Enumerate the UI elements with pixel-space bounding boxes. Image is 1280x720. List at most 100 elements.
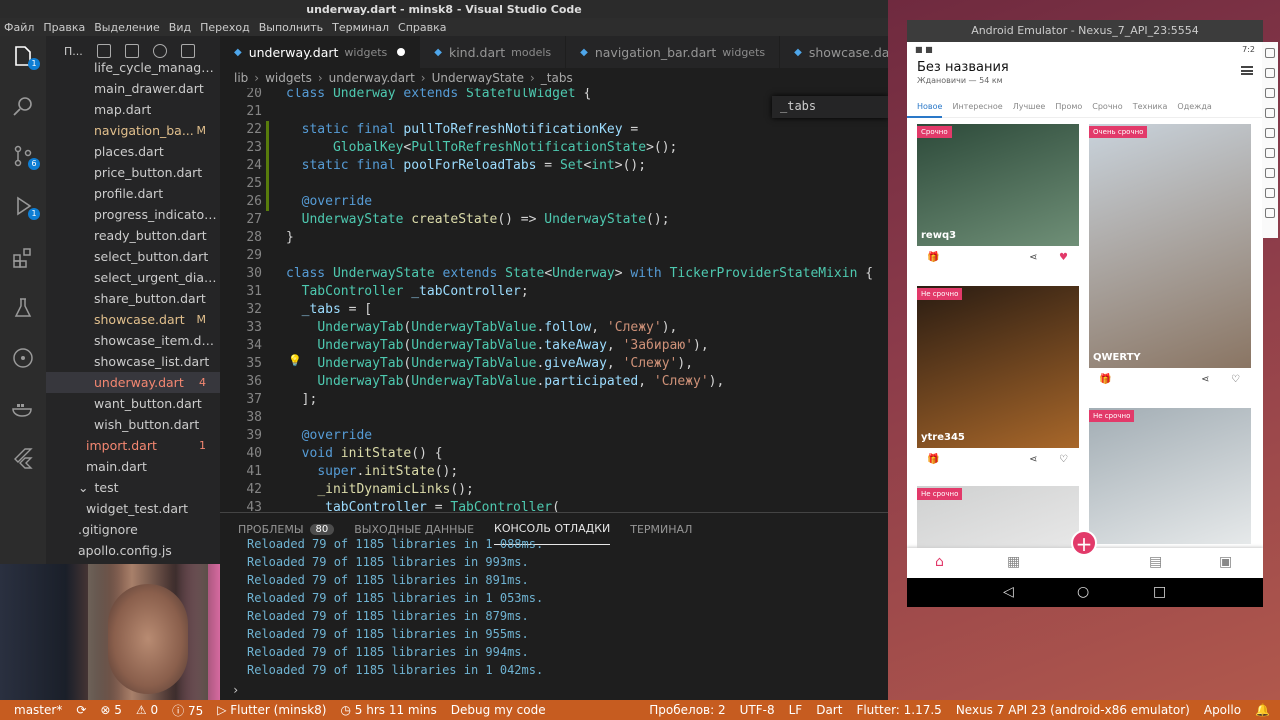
home-nav-icon[interactable]: ○: [1077, 584, 1089, 600]
showcase-card[interactable]: Срочно rewq3 🎁 ⋖ ♥: [917, 124, 1079, 274]
emulator-screen[interactable]: ■ ■ 7:2 Без названия Ждановичи — 54 км Н…: [907, 42, 1263, 607]
bell-icon[interactable]: 🔔: [1255, 703, 1270, 717]
flutter-version[interactable]: Flutter: 1.17.5: [856, 703, 941, 717]
file-item[interactable]: select_urgent_dialo...: [46, 267, 220, 288]
gift-icon[interactable]: 🎁: [927, 454, 939, 465]
add-button[interactable]: +: [1071, 530, 1097, 556]
share-icon[interactable]: ⋖: [1029, 454, 1037, 465]
heart-icon[interactable]: ♥: [1059, 252, 1068, 263]
camera-icon[interactable]: [1265, 168, 1275, 178]
new-file-icon[interactable]: [96, 44, 111, 58]
file-item[interactable]: .gitignore: [46, 519, 220, 540]
indent-setting[interactable]: Пробелов: 2: [649, 703, 725, 717]
code-line[interactable]: 24 static final poolForReloadTabs = Set<…: [220, 157, 888, 175]
new-folder-icon[interactable]: [124, 44, 139, 58]
menu-item[interactable]: Вид: [169, 21, 191, 34]
file-item[interactable]: navigation_ba... M: [46, 120, 220, 141]
menu-item[interactable]: Справка: [398, 21, 446, 34]
grid-icon[interactable]: ▦: [1007, 554, 1020, 570]
file-item[interactable]: import.dart 1: [46, 435, 220, 456]
profile-icon[interactable]: ▣: [1219, 554, 1232, 570]
session-time[interactable]: ◷ 5 hrs 11 mins: [340, 703, 436, 717]
code-line[interactable]: 37 ];: [220, 391, 888, 409]
testing-icon[interactable]: [9, 294, 37, 322]
file-item[interactable]: price_button.dart: [46, 162, 220, 183]
code-line[interactable]: 33 UnderwayTab(UnderwayTabValue.follow, …: [220, 319, 888, 337]
showcase-card[interactable]: Не срочно: [917, 486, 1079, 548]
file-item[interactable]: share_button.dart: [46, 288, 220, 309]
editor-tab[interactable]: ◆ kind.dart models: [420, 36, 567, 68]
category-tab[interactable]: Одежда: [1167, 96, 1211, 118]
file-item[interactable]: ⌄ test: [46, 477, 220, 498]
panel-tab[interactable]: ТЕРМИНАЛ: [630, 513, 692, 545]
category-tab[interactable]: Новое: [907, 96, 943, 118]
share-icon[interactable]: ⋖: [1201, 374, 1209, 385]
category-tab[interactable]: Интересное: [942, 96, 1002, 118]
git-branch[interactable]: master*: [14, 703, 62, 717]
file-item[interactable]: showcase_item.dart: [46, 330, 220, 351]
recents-icon[interactable]: □: [1153, 584, 1166, 600]
card-image[interactable]: [1089, 124, 1251, 368]
code-line[interactable]: 29: [220, 247, 888, 265]
menu-item[interactable]: Переход: [200, 21, 250, 34]
heart-icon[interactable]: ♡: [1231, 374, 1240, 385]
breadcrumb-item[interactable]: _tabs: [541, 71, 573, 85]
category-tab[interactable]: Лучшее: [1003, 96, 1046, 118]
code-line[interactable]: 22 static final pullToRefreshNotificatio…: [220, 121, 888, 139]
card-image[interactable]: [1089, 408, 1251, 544]
search-icon[interactable]: [9, 92, 37, 120]
code-line[interactable]: 34 UnderwayTab(UnderwayTabValue.takeAway…: [220, 337, 888, 355]
code-line[interactable]: 27 UnderwayState createState() => Underw…: [220, 211, 888, 229]
file-item[interactable]: select_button.dart: [46, 246, 220, 267]
category-tab[interactable]: Техника: [1123, 96, 1168, 118]
gift-icon[interactable]: 🎁: [927, 252, 939, 263]
category-tab[interactable]: Срочно: [1082, 96, 1122, 118]
docker-icon[interactable]: [9, 394, 37, 422]
breadcrumb-item[interactable]: widgets: [265, 71, 312, 85]
apollo-status[interactable]: Apollo: [1204, 703, 1241, 717]
gift-icon[interactable]: 🎁: [1099, 374, 1111, 385]
editor-tab[interactable]: ◆ underway.dart widgets: [220, 36, 421, 68]
close-icon[interactable]: [1265, 48, 1275, 58]
file-item[interactable]: wish_button.dart: [46, 414, 220, 435]
code-line[interactable]: 26 @override: [220, 193, 888, 211]
volume-up-icon[interactable]: [1265, 108, 1275, 118]
code-line[interactable]: 36 UnderwayTab(UnderwayTabValue.particip…: [220, 373, 888, 391]
explorer-icon[interactable]: 1: [9, 42, 40, 70]
share-icon[interactable]: ⋖: [1029, 252, 1037, 263]
encoding[interactable]: UTF-8: [740, 703, 775, 717]
file-item[interactable]: progress_indicator....: [46, 204, 220, 225]
code-line[interactable]: 35 UnderwayTab(UnderwayTabValue.giveAway…: [220, 355, 888, 373]
file-item[interactable]: map.dart: [46, 99, 220, 120]
errors-count[interactable]: ⊗ 5: [100, 703, 122, 717]
unsaved-dot-icon[interactable]: [397, 48, 406, 56]
file-item[interactable]: life_cycle_manager...: [46, 57, 220, 78]
file-item[interactable]: want_button.dart: [46, 393, 220, 414]
back-tool-icon[interactable]: [1265, 208, 1275, 218]
category-tab[interactable]: Промо: [1045, 96, 1082, 118]
home-icon[interactable]: ⌂: [935, 554, 944, 570]
sync-icon[interactable]: ⟳: [76, 703, 86, 717]
code-line[interactable]: 31 TabController _tabController;: [220, 283, 888, 301]
file-item[interactable]: apollo.config.js: [46, 540, 220, 561]
debug-icon[interactable]: 1: [9, 192, 40, 220]
code-line[interactable]: 43 _tabController = TabController(: [220, 499, 888, 512]
showcase-card[interactable]: Очень срочно QWERTY 🎁 ⋖ ♡: [1089, 124, 1251, 396]
code-line[interactable]: 23 GlobalKey<PullToRefreshNotificationSt…: [220, 139, 888, 157]
power-icon[interactable]: [1265, 88, 1275, 98]
line-ending[interactable]: LF: [789, 703, 803, 717]
flutter-launch[interactable]: ▷ Flutter (minsk8): [217, 703, 326, 717]
debug-mode[interactable]: Debug my code: [451, 703, 546, 717]
language-mode[interactable]: Dart: [816, 703, 842, 717]
rotate-icon[interactable]: [1265, 148, 1275, 158]
file-item[interactable]: places.dart: [46, 141, 220, 162]
console-prompt[interactable]: ›: [232, 683, 239, 697]
refresh-icon[interactable]: [152, 44, 167, 58]
breadcrumb-item[interactable]: lib: [234, 71, 248, 85]
file-item[interactable]: showcase_list.dart: [46, 351, 220, 372]
device-selector[interactable]: Nexus 7 API 23 (android-x86 emulator): [956, 703, 1190, 717]
breadcrumb-item[interactable]: UnderwayState: [432, 71, 524, 85]
showcase-card[interactable]: Не срочно ytre345 🎁 ⋖ ♡: [917, 286, 1079, 476]
file-item[interactable]: main.dart: [46, 456, 220, 477]
collapse-all-icon[interactable]: [180, 44, 195, 58]
